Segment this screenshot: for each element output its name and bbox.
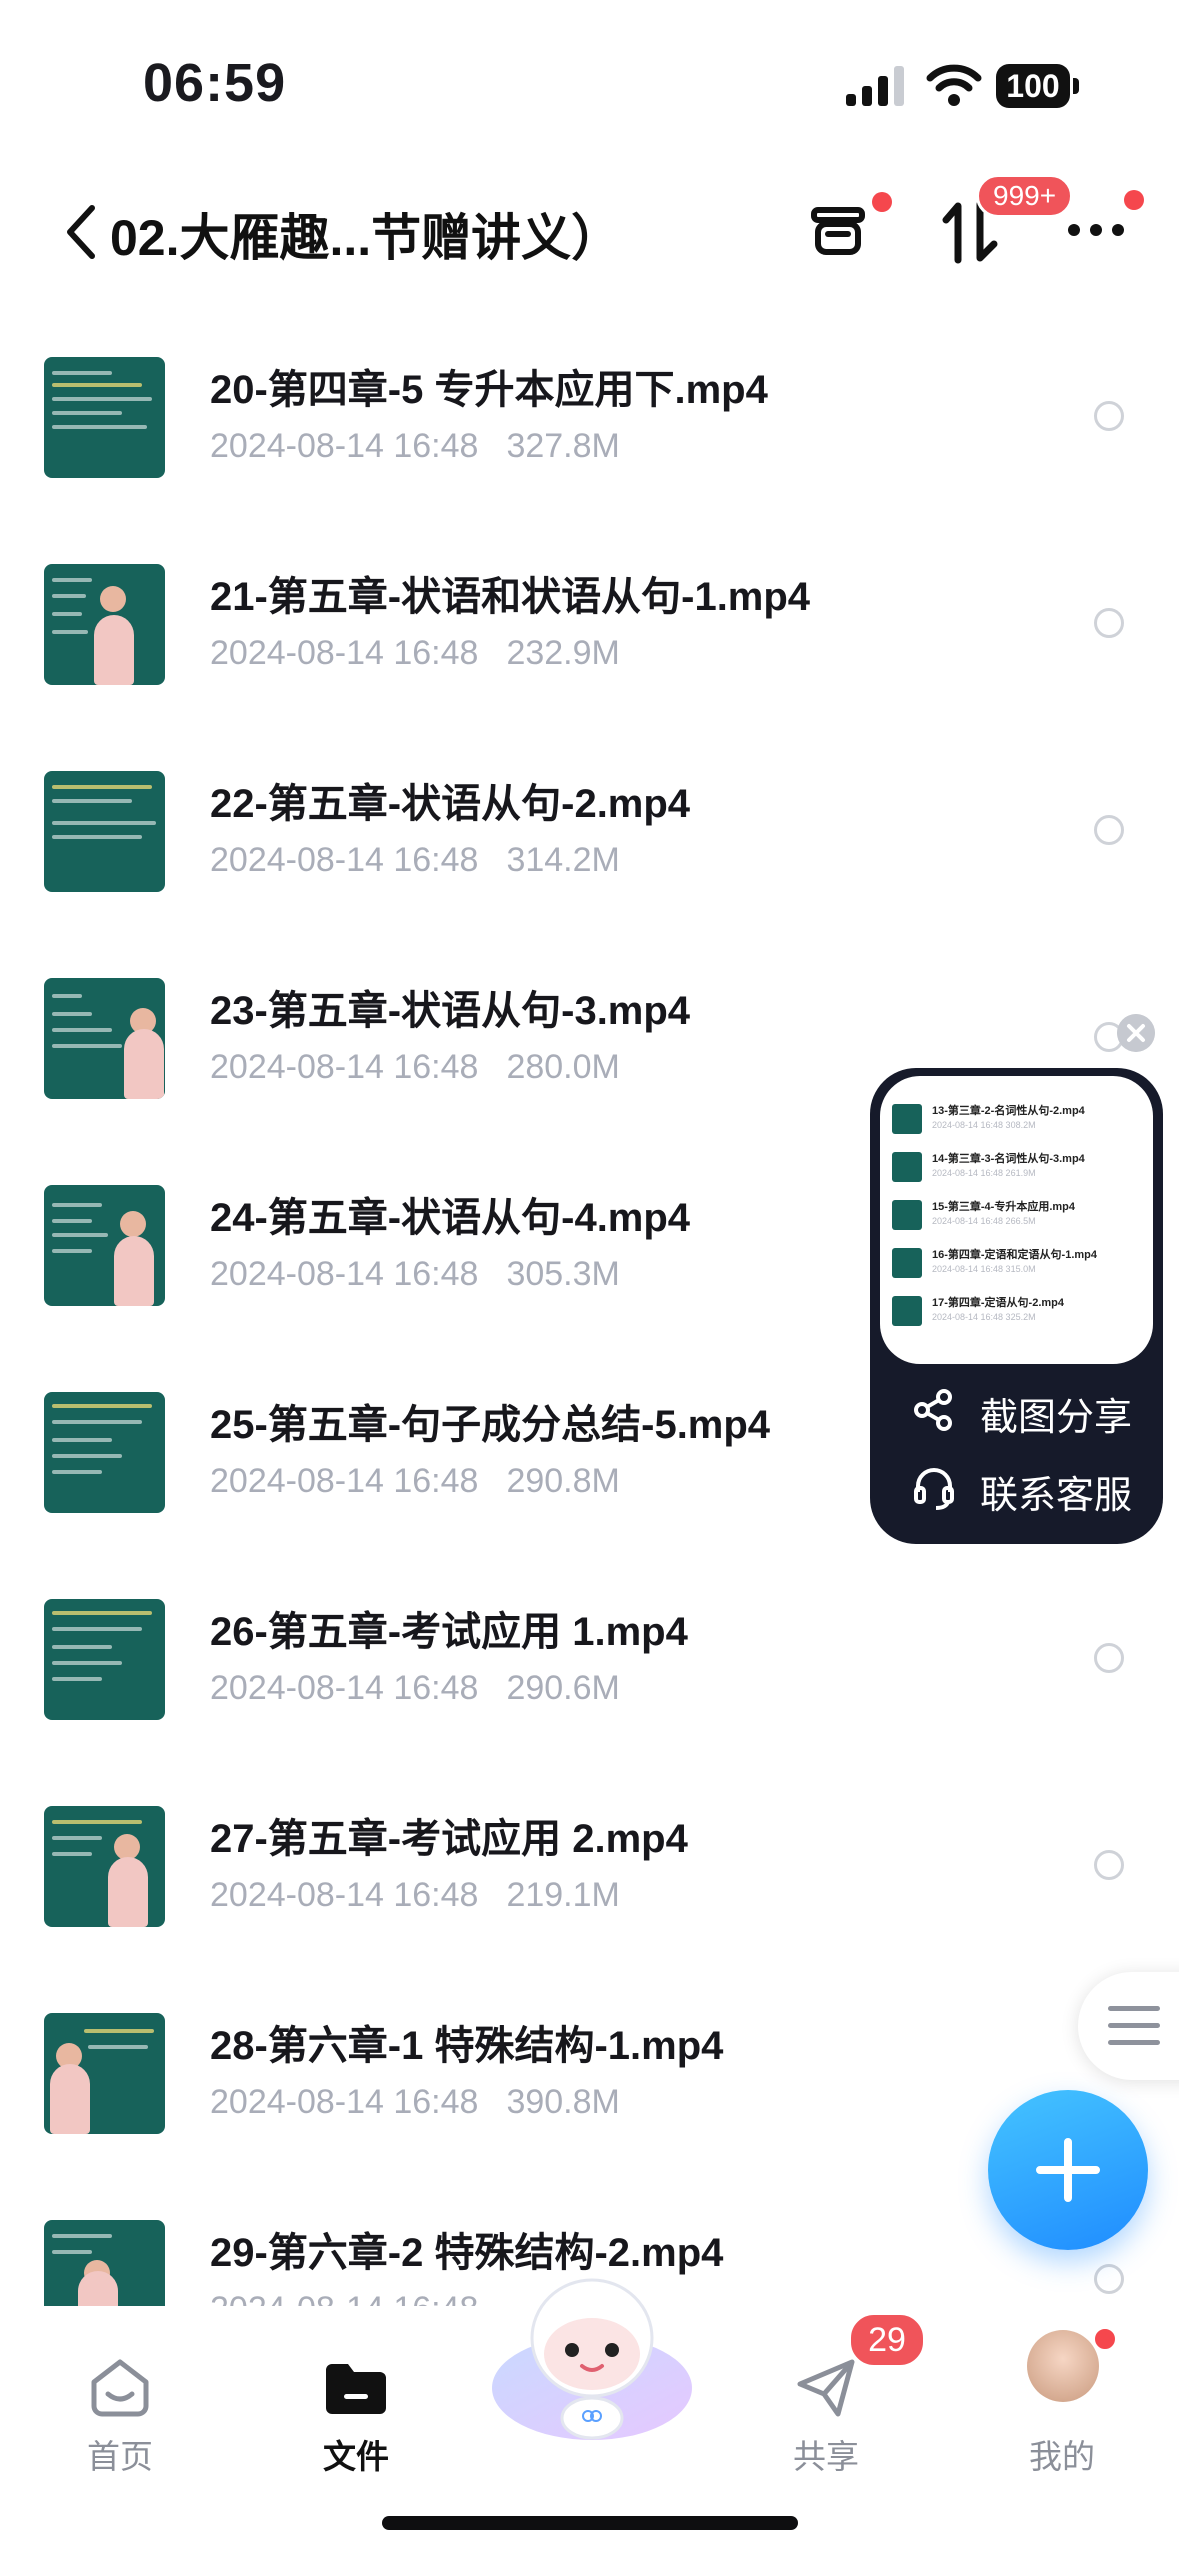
status-bar: 06:59 100 <box>0 0 1179 150</box>
avatar[interactable] <box>1027 2330 1099 2402</box>
screenshot-share-label: 截图分享 <box>980 1397 1133 1439</box>
back-chevron-icon[interactable] <box>62 202 102 262</box>
file-name: 20-第四章-5 专升本应用下.mp4 <box>210 368 768 412</box>
contact-service-button[interactable]: 联系客服 <box>912 1456 1152 1517</box>
file-name: 26-第五章-考试应用 1.mp4 <box>210 1610 688 1654</box>
preview-row: 13-第三章-2-名词性从句-2.mp4 2024-08-14 16:48 30… <box>892 1100 1142 1140</box>
home-icon <box>91 2359 149 2417</box>
page-title: 02.大雁趣...节赠讲义） <box>110 210 622 266</box>
video-thumbnail <box>44 1392 165 1513</box>
select-checkbox[interactable] <box>1094 1643 1124 1673</box>
video-thumbnail <box>44 2013 165 2134</box>
file-name: 23-第五章-状语从句-3.mp4 <box>210 989 691 1033</box>
screenshot-share-button[interactable]: 截图分享 <box>912 1378 1152 1439</box>
battery-icon: 100 <box>996 64 1080 108</box>
video-thumbnail <box>44 978 165 1099</box>
transfer-badge: 999+ <box>976 174 1074 218</box>
file-name: 25-第五章-句子成分总结-5.mp4 <box>210 1403 771 1447</box>
nav-bar: 02.大雁趣...节赠讲义） 999+ <box>0 170 1179 290</box>
cellular-signal-icon <box>846 66 904 106</box>
add-button[interactable] <box>988 2090 1148 2250</box>
select-checkbox[interactable] <box>1094 401 1124 431</box>
more-icon[interactable] <box>1066 222 1126 238</box>
file-row[interactable]: 22-第五章-状语从句-2.mp4 2024-08-14 16:48 314.2M <box>0 729 1179 936</box>
file-row[interactable]: 27-第五章-考试应用 2.mp4 2024-08-14 16:48 219.1M <box>0 1764 1179 1971</box>
preview-row: 16-第四章-定语和定语从句-1.mp4 2024-08-14 16:48 31… <box>892 1244 1142 1284</box>
file-meta: 2024-08-14 16:48 290.8M <box>210 1462 620 1500</box>
tab-home-label: 首页 <box>87 2438 153 2475</box>
video-thumbnail <box>44 771 165 892</box>
folder-icon <box>326 2364 386 2414</box>
select-checkbox[interactable] <box>1094 815 1124 845</box>
plus-icon <box>1036 2138 1100 2202</box>
file-meta: 2024-08-14 16:48 232.9M <box>210 634 620 672</box>
select-checkbox[interactable] <box>1094 2264 1124 2294</box>
tab-home[interactable]: 首页 <box>40 2330 200 2480</box>
video-thumbnail <box>44 2220 165 2315</box>
file-meta: 2024-08-14 16:48 219.1M <box>210 1876 620 1914</box>
select-checkbox[interactable] <box>1094 1850 1124 1880</box>
tab-files-label: 文件 <box>323 2438 389 2475</box>
more-dot <box>1124 190 1144 210</box>
file-name: 24-第五章-状语从句-4.mp4 <box>210 1196 691 1240</box>
file-row[interactable]: 21-第五章-状语和状语从句-1.mp4 2024-08-14 16:48 232… <box>0 522 1179 729</box>
wifi-icon <box>926 64 982 106</box>
share-badge: 29 <box>848 2312 926 2368</box>
tab-files[interactable]: 文件 <box>276 2330 436 2480</box>
archive-dot <box>872 192 892 212</box>
preview-row: 17-第四章-定语从句-2.mp4 2024-08-14 16:48 325.2… <box>892 1292 1142 1332</box>
preview-row: 14-第三章-3-名词性从句-3.mp4 2024-08-14 16:48 26… <box>892 1148 1142 1188</box>
file-meta: 2024-08-14 16:48 290.6M <box>210 1669 620 1707</box>
video-thumbnail <box>44 1185 165 1306</box>
avatar-dot <box>1092 2326 1118 2352</box>
close-float-icon[interactable] <box>1117 1014 1155 1052</box>
file-meta: 2024-08-14 16:48 327.8M <box>210 427 620 465</box>
video-thumbnail <box>44 564 165 685</box>
tab-mine-label: 我的 <box>1029 2438 1095 2475</box>
file-name: 21-第五章-状语和状语从句-1.mp4 <box>210 575 811 619</box>
file-meta: 2024-08-14 16:48 305.3M <box>210 1255 620 1293</box>
assistant-mascot-icon[interactable] <box>484 2268 700 2448</box>
paper-plane-icon <box>797 2359 855 2417</box>
file-meta: 2024-08-14 16:48 314.2M <box>210 841 620 879</box>
screenshot-preview[interactable]: 13-第三章-2-名词性从句-2.mp4 2024-08-14 16:48 30… <box>880 1076 1153 1364</box>
file-name: 22-第五章-状语从句-2.mp4 <box>210 782 691 826</box>
file-row[interactable]: 26-第五章-考试应用 1.mp4 2024-08-14 16:48 290.6M <box>0 1557 1179 1764</box>
file-name: 27-第五章-考试应用 2.mp4 <box>210 1817 688 1861</box>
file-meta: 2024-08-14 16:48 390.8M <box>210 2083 620 2121</box>
status-time: 06:59 <box>143 53 287 113</box>
menu-lines-icon <box>1108 2006 1160 2045</box>
video-thumbnail <box>44 357 165 478</box>
select-checkbox[interactable] <box>1094 608 1124 638</box>
video-thumbnail <box>44 1599 165 1720</box>
video-thumbnail <box>44 1806 165 1927</box>
share-icon <box>914 1389 952 1431</box>
archive-box-icon[interactable] <box>808 200 868 260</box>
file-name: 28-第六章-1 特殊结构-1.mp4 <box>210 2024 724 2068</box>
floating-tool-panel: 13-第三章-2-名词性从句-2.mp4 2024-08-14 16:48 30… <box>870 1068 1163 1544</box>
home-indicator <box>382 2516 798 2530</box>
file-row[interactable]: 20-第四章-5 专升本应用下.mp4 2024-08-14 16:48 327.… <box>0 315 1179 522</box>
file-meta: 2024-08-14 16:48 280.0M <box>210 1048 620 1086</box>
tab-share-label: 共享 <box>793 2438 859 2475</box>
side-menu-handle[interactable] <box>1078 1972 1179 2080</box>
contact-service-label: 联系客服 <box>980 1475 1133 1517</box>
headset-icon <box>914 1468 954 1510</box>
preview-row: 15-第三章-4-专升本应用.mp4 2024-08-14 16:48 266.… <box>892 1196 1142 1236</box>
